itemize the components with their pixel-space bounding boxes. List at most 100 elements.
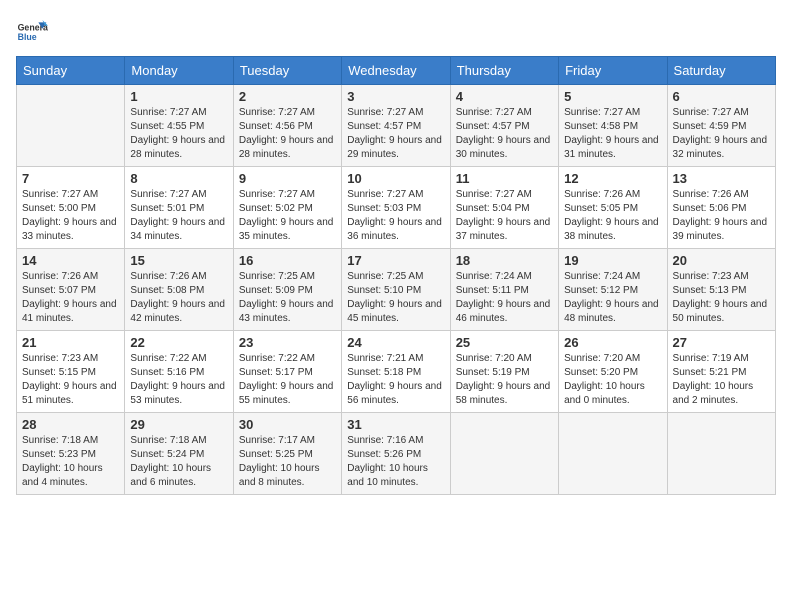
day-number: 30 bbox=[239, 417, 336, 432]
day-number: 13 bbox=[673, 171, 770, 186]
day-cell: 27 Sunrise: 7:19 AMSunset: 5:21 PMDayligh… bbox=[667, 331, 775, 413]
day-cell: 22 Sunrise: 7:22 AMSunset: 5:16 PMDayligh… bbox=[125, 331, 233, 413]
day-info: Sunrise: 7:23 AMSunset: 5:15 PMDaylight:… bbox=[22, 352, 119, 408]
weekday-header-tuesday: Tuesday bbox=[233, 57, 341, 85]
day-info: Sunrise: 7:27 AMSunset: 4:58 PMDaylight:… bbox=[564, 106, 661, 162]
day-info: Sunrise: 7:27 AMSunset: 5:04 PMDaylight:… bbox=[456, 188, 553, 244]
day-number: 10 bbox=[347, 171, 444, 186]
calendar-table: SundayMondayTuesdayWednesdayThursdayFrid… bbox=[16, 56, 776, 495]
day-number: 22 bbox=[130, 335, 227, 350]
day-cell: 5 Sunrise: 7:27 AMSunset: 4:58 PMDaylight… bbox=[559, 85, 667, 167]
day-number: 23 bbox=[239, 335, 336, 350]
day-cell: 1 Sunrise: 7:27 AMSunset: 4:55 PMDaylight… bbox=[125, 85, 233, 167]
day-number: 7 bbox=[22, 171, 119, 186]
day-number: 16 bbox=[239, 253, 336, 268]
day-cell: 9 Sunrise: 7:27 AMSunset: 5:02 PMDaylight… bbox=[233, 167, 341, 249]
day-cell: 19Sunrise: 7:24 AMSunset: 5:12 PMDayligh… bbox=[559, 249, 667, 331]
day-number: 18 bbox=[456, 253, 553, 268]
day-info: Sunrise: 7:26 AMSunset: 5:06 PMDaylight:… bbox=[673, 188, 770, 244]
day-cell bbox=[450, 413, 558, 495]
day-cell: 2Sunrise: 7:27 AMSunset: 4:56 PMDaylight… bbox=[233, 85, 341, 167]
week-row-3: 14 Sunrise: 7:26 AMSunset: 5:07 PMDayligh… bbox=[17, 249, 776, 331]
day-cell: 29Sunrise: 7:18 AMSunset: 5:24 PMDayligh… bbox=[125, 413, 233, 495]
day-cell: 26 Sunrise: 7:20 AMSunset: 5:20 PMDayligh… bbox=[559, 331, 667, 413]
day-cell: 24 Sunrise: 7:21 AMSunset: 5:18 PMDayligh… bbox=[342, 331, 450, 413]
day-info: Sunrise: 7:26 AMSunset: 5:07 PMDaylight:… bbox=[22, 270, 119, 326]
day-number: 11 bbox=[456, 171, 553, 186]
day-info: Sunrise: 7:27 AMSunset: 4:59 PMDaylight:… bbox=[673, 106, 770, 162]
day-number: 3 bbox=[347, 89, 444, 104]
day-info: Sunrise: 7:19 AMSunset: 5:21 PMDaylight:… bbox=[673, 352, 770, 408]
day-cell bbox=[559, 413, 667, 495]
day-info: Sunrise: 7:25 AMSunset: 5:09 PMDaylight:… bbox=[239, 270, 336, 326]
day-cell: 18 Sunrise: 7:24 AMSunset: 5:11 PMDayligh… bbox=[450, 249, 558, 331]
day-number: 28 bbox=[22, 417, 119, 432]
day-number: 19 bbox=[564, 253, 661, 268]
day-number: 12 bbox=[564, 171, 661, 186]
weekday-header-thursday: Thursday bbox=[450, 57, 558, 85]
day-number: 26 bbox=[564, 335, 661, 350]
day-cell: 25 Sunrise: 7:20 AMSunset: 5:19 PMDayligh… bbox=[450, 331, 558, 413]
day-info: Sunrise: 7:16 AMSunset: 5:26 PMDaylight:… bbox=[347, 434, 444, 490]
day-number: 25 bbox=[456, 335, 553, 350]
day-number: 31 bbox=[347, 417, 444, 432]
day-cell: 15 Sunrise: 7:26 AMSunset: 5:08 PMDayligh… bbox=[125, 249, 233, 331]
week-row-4: 21 Sunrise: 7:23 AMSunset: 5:15 PMDayligh… bbox=[17, 331, 776, 413]
day-number: 4 bbox=[456, 89, 553, 104]
weekday-header-wednesday: Wednesday bbox=[342, 57, 450, 85]
week-row-5: 28Sunrise: 7:18 AMSunset: 5:23 PMDayligh… bbox=[17, 413, 776, 495]
day-cell: 13 Sunrise: 7:26 AMSunset: 5:06 PMDayligh… bbox=[667, 167, 775, 249]
day-number: 24 bbox=[347, 335, 444, 350]
day-info: Sunrise: 7:26 AMSunset: 5:08 PMDaylight:… bbox=[130, 270, 227, 326]
day-info: Sunrise: 7:27 AMSunset: 5:03 PMDaylight:… bbox=[347, 188, 444, 244]
day-cell bbox=[17, 85, 125, 167]
day-number: 17 bbox=[347, 253, 444, 268]
weekday-header-monday: Monday bbox=[125, 57, 233, 85]
day-number: 27 bbox=[673, 335, 770, 350]
day-cell: 31 Sunrise: 7:16 AMSunset: 5:26 PMDayligh… bbox=[342, 413, 450, 495]
day-cell: 20Sunrise: 7:23 AMSunset: 5:13 PMDayligh… bbox=[667, 249, 775, 331]
day-info: Sunrise: 7:27 AMSunset: 4:56 PMDaylight:… bbox=[239, 106, 336, 162]
day-cell: 23Sunrise: 7:22 AMSunset: 5:17 PMDayligh… bbox=[233, 331, 341, 413]
day-info: Sunrise: 7:23 AMSunset: 5:13 PMDaylight:… bbox=[673, 270, 770, 326]
day-info: Sunrise: 7:18 AMSunset: 5:24 PMDaylight:… bbox=[130, 434, 227, 490]
day-number: 5 bbox=[564, 89, 661, 104]
day-info: Sunrise: 7:27 AMSunset: 5:00 PMDaylight:… bbox=[22, 188, 119, 244]
week-row-2: 7 Sunrise: 7:27 AMSunset: 5:00 PMDaylight… bbox=[17, 167, 776, 249]
logo-icon: General Blue bbox=[16, 16, 48, 48]
day-number: 15 bbox=[130, 253, 227, 268]
weekday-header-sunday: Sunday bbox=[17, 57, 125, 85]
day-info: Sunrise: 7:24 AMSunset: 5:11 PMDaylight:… bbox=[456, 270, 553, 326]
day-cell: 16 Sunrise: 7:25 AMSunset: 5:09 PMDayligh… bbox=[233, 249, 341, 331]
day-number: 14 bbox=[22, 253, 119, 268]
day-cell bbox=[667, 413, 775, 495]
day-info: Sunrise: 7:20 AMSunset: 5:19 PMDaylight:… bbox=[456, 352, 553, 408]
day-number: 21 bbox=[22, 335, 119, 350]
day-cell: 17Sunrise: 7:25 AMSunset: 5:10 PMDayligh… bbox=[342, 249, 450, 331]
day-cell: 4 Sunrise: 7:27 AMSunset: 4:57 PMDaylight… bbox=[450, 85, 558, 167]
day-number: 9 bbox=[239, 171, 336, 186]
day-info: Sunrise: 7:27 AMSunset: 5:02 PMDaylight:… bbox=[239, 188, 336, 244]
day-info: Sunrise: 7:27 AMSunset: 4:55 PMDaylight:… bbox=[130, 106, 227, 162]
svg-text:Blue: Blue bbox=[18, 32, 37, 42]
day-info: Sunrise: 7:27 AMSunset: 4:57 PMDaylight:… bbox=[456, 106, 553, 162]
day-number: 6 bbox=[673, 89, 770, 104]
day-cell: 6 Sunrise: 7:27 AMSunset: 4:59 PMDaylight… bbox=[667, 85, 775, 167]
day-cell: 3 Sunrise: 7:27 AMSunset: 4:57 PMDaylight… bbox=[342, 85, 450, 167]
day-cell: 28Sunrise: 7:18 AMSunset: 5:23 PMDayligh… bbox=[17, 413, 125, 495]
weekday-header-saturday: Saturday bbox=[667, 57, 775, 85]
day-info: Sunrise: 7:20 AMSunset: 5:20 PMDaylight:… bbox=[564, 352, 661, 408]
weekday-header-friday: Friday bbox=[559, 57, 667, 85]
day-cell: 21 Sunrise: 7:23 AMSunset: 5:15 PMDayligh… bbox=[17, 331, 125, 413]
day-info: Sunrise: 7:27 AMSunset: 5:01 PMDaylight:… bbox=[130, 188, 227, 244]
week-row-1: 1 Sunrise: 7:27 AMSunset: 4:55 PMDaylight… bbox=[17, 85, 776, 167]
logo: General Blue bbox=[16, 16, 48, 48]
day-info: Sunrise: 7:17 AMSunset: 5:25 PMDaylight:… bbox=[239, 434, 336, 490]
day-info: Sunrise: 7:22 AMSunset: 5:16 PMDaylight:… bbox=[130, 352, 227, 408]
day-number: 1 bbox=[130, 89, 227, 104]
day-info: Sunrise: 7:21 AMSunset: 5:18 PMDaylight:… bbox=[347, 352, 444, 408]
day-info: Sunrise: 7:27 AMSunset: 4:57 PMDaylight:… bbox=[347, 106, 444, 162]
day-info: Sunrise: 7:26 AMSunset: 5:05 PMDaylight:… bbox=[564, 188, 661, 244]
day-cell: 8Sunrise: 7:27 AMSunset: 5:01 PMDaylight… bbox=[125, 167, 233, 249]
day-cell: 7 Sunrise: 7:27 AMSunset: 5:00 PMDaylight… bbox=[17, 167, 125, 249]
